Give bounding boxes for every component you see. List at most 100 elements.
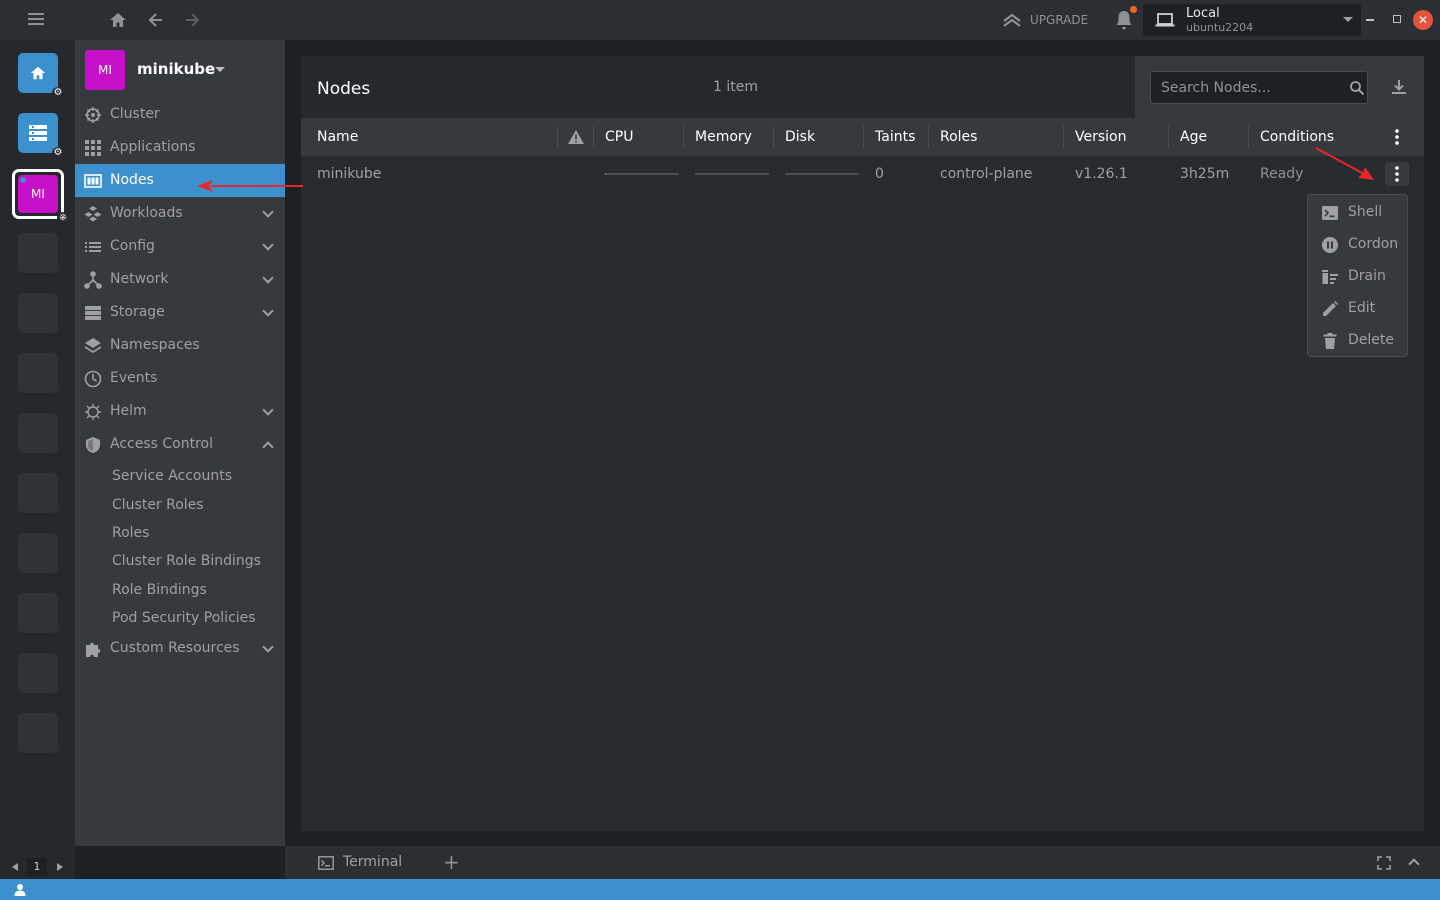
fullscreen-icon[interactable]	[1377, 856, 1391, 870]
search-input[interactable]	[1150, 71, 1368, 104]
sidebar-item-config[interactable]: Config	[75, 230, 285, 263]
chevron-up-icon[interactable]	[1408, 858, 1420, 870]
menu-item-label: Shell	[1348, 204, 1383, 220]
hotbar-cluster-minikube[interactable]: MI ⎈	[12, 169, 69, 224]
table-header: Name CPU Memory Disk Taints Roles Versio…	[301, 118, 1424, 156]
disk-usage-bar	[785, 173, 859, 175]
hotbar-home-button[interactable]: ⚙	[18, 53, 64, 99]
sidebar-item-workloads[interactable]: Workloads	[75, 197, 285, 230]
chevron-left-icon[interactable]	[12, 863, 18, 871]
caret-down-icon[interactable]	[215, 67, 225, 72]
hotbar-pager: 1	[0, 858, 75, 876]
menu-item-label: Drain	[1348, 268, 1386, 284]
sidebar-item-network[interactable]: Network	[75, 263, 285, 296]
user-icon[interactable]	[14, 883, 26, 896]
hotbar-empty-slot[interactable]	[18, 233, 58, 273]
close-window-button[interactable]: ✕	[1413, 10, 1433, 30]
minimize-button[interactable]	[1366, 19, 1374, 21]
nodes-icon	[84, 174, 102, 188]
panel-header: Nodes 1 item	[301, 56, 1424, 118]
notification-badge	[1130, 6, 1137, 13]
sidebar-item-access-control[interactable]: Access Control	[75, 428, 285, 461]
row-context-menu: Shell Cordon Drain Edit Delete	[1307, 194, 1408, 357]
sidebar-item-cluster[interactable]: Cluster	[75, 98, 285, 131]
sidebar-subitem-service-accounts[interactable]: Service Accounts	[112, 468, 232, 484]
row-menu-button[interactable]	[1385, 162, 1409, 186]
column-header-version[interactable]: Version	[1075, 129, 1126, 145]
column-header-conditions[interactable]: Conditions	[1260, 129, 1334, 145]
context-host: ubuntu2204	[1186, 21, 1254, 34]
column-header-roles[interactable]: Roles	[940, 129, 977, 145]
column-header-age[interactable]: Age	[1180, 129, 1207, 145]
drain-icon	[1322, 270, 1338, 284]
sidebar-item-label: Cluster	[110, 106, 160, 122]
chevron-right-icon[interactable]	[57, 863, 63, 871]
menu-item-drain[interactable]: Drain	[1308, 260, 1407, 292]
table-row[interactable]: minikube 0 control-plane v1.26.1 3h25m R…	[301, 156, 1424, 192]
hotbar-empty-slot[interactable]	[18, 533, 58, 573]
hotbar-page-number: 1	[27, 858, 47, 876]
sidebar-subitem-role-bindings[interactable]: Role Bindings	[112, 582, 207, 598]
storage-icon	[85, 306, 101, 320]
menu-item-shell[interactable]: Shell	[1308, 196, 1407, 228]
sidebar-item-helm[interactable]: Helm	[75, 395, 285, 428]
upgrade-button[interactable]: UPGRADE	[1002, 10, 1088, 30]
cluster-name[interactable]: minikube	[137, 60, 215, 78]
top-bar: UPGRADE Local ubuntu2204 ✕	[0, 0, 1440, 40]
sidebar-item-custom-resources[interactable]: Custom Resources	[75, 632, 285, 665]
cluster-icon	[85, 107, 101, 123]
helm-icon	[85, 404, 101, 420]
sidebar-item-events[interactable]: Events	[75, 362, 285, 395]
sidebar-item-storage[interactable]: Storage	[75, 296, 285, 329]
sidebar-item-label: Applications	[110, 139, 196, 155]
column-header-disk[interactable]: Disk	[785, 129, 815, 145]
chevron-down-icon	[262, 239, 274, 251]
bottom-dock: Terminal +	[285, 846, 1440, 879]
column-header-taints[interactable]: Taints	[875, 129, 915, 145]
hotbar-empty-slot[interactable]	[18, 653, 58, 693]
sidebar-subitem-cluster-roles[interactable]: Cluster Roles	[112, 497, 204, 513]
home-icon[interactable]	[108, 10, 128, 30]
puzzle-icon	[86, 642, 101, 657]
hotbar-catalog-button[interactable]: ⚙	[18, 113, 64, 159]
hotbar-empty-slot[interactable]	[18, 593, 58, 633]
sidebar-subitem-cluster-role-bindings[interactable]: Cluster Role Bindings	[112, 553, 261, 569]
add-terminal-button[interactable]: +	[443, 850, 460, 874]
hotbar-empty-slot[interactable]	[18, 713, 58, 753]
hotbar-empty-slot[interactable]	[18, 353, 58, 393]
column-menu-icon[interactable]	[1393, 128, 1401, 146]
layers-icon	[84, 338, 102, 354]
sidebar-item-applications[interactable]: Applications	[75, 131, 285, 164]
arrow-right-icon[interactable]	[182, 10, 202, 30]
context-switcher[interactable]: Local ubuntu2204	[1143, 4, 1361, 36]
hotbar-empty-slot[interactable]	[18, 413, 58, 453]
menu-item-edit[interactable]: Edit	[1308, 292, 1407, 324]
cluster-avatar[interactable]: MI	[85, 50, 125, 90]
workloads-icon	[84, 206, 102, 222]
arrow-left-icon[interactable]	[146, 10, 166, 30]
menu-item-delete[interactable]: Delete	[1308, 324, 1407, 356]
search-area	[1135, 56, 1424, 118]
sidebar-subitem-pod-security-policies[interactable]: Pod Security Policies	[112, 610, 256, 626]
trash-icon	[1323, 333, 1337, 349]
chevron-down-icon	[262, 272, 274, 284]
hotbar-empty-slot[interactable]	[18, 293, 58, 333]
sidebar-item-label: Config	[110, 238, 155, 254]
column-header-name[interactable]: Name	[317, 129, 358, 145]
hamburger-menu-icon[interactable]	[28, 13, 44, 27]
hotbar-empty-slot[interactable]	[18, 473, 58, 513]
memory-usage-bar	[695, 173, 769, 175]
column-divider	[683, 126, 684, 148]
hotbar: ⚙ ⚙ MI ⎈ 1	[0, 40, 75, 879]
menu-item-cordon[interactable]: Cordon	[1308, 228, 1407, 260]
sidebar-item-namespaces[interactable]: Namespaces	[75, 329, 285, 362]
terminal-tab[interactable]: Terminal	[343, 854, 402, 870]
maximize-button[interactable]	[1393, 15, 1401, 23]
chevron-down-icon	[262, 641, 274, 653]
sidebar-item-label: Namespaces	[110, 337, 200, 353]
sidebar-subitem-roles[interactable]: Roles	[112, 525, 149, 541]
column-header-cpu[interactable]: CPU	[605, 129, 633, 145]
column-header-memory[interactable]: Memory	[695, 129, 752, 145]
network-icon	[84, 271, 102, 289]
download-icon[interactable]	[1390, 78, 1408, 96]
